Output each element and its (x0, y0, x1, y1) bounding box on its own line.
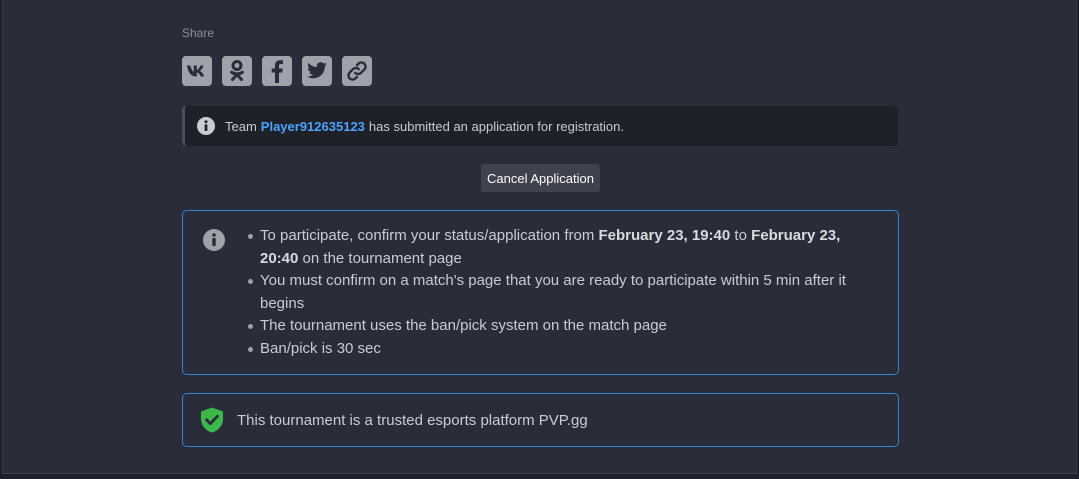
rules-item: You must confirm on a match's page that … (248, 270, 870, 315)
tournament-rules: To participate, confirm your status/appl… (182, 210, 899, 375)
team-link[interactable]: Player912635123 (261, 119, 365, 134)
trusted-platform-notice: This tournament is a trusted esports pla… (182, 393, 899, 447)
share-twitter-button[interactable] (302, 56, 332, 86)
twitter-icon (307, 62, 327, 79)
rules-item: The tournament uses the ban/pick system … (248, 315, 870, 338)
rules-list: To participate, confirm your status/appl… (248, 225, 870, 361)
notice-suffix: has submitted an application for registr… (368, 118, 624, 134)
share-link-button[interactable] (342, 56, 372, 86)
trusted-text: This tournament is a trusted esports pla… (237, 411, 588, 429)
link-icon (347, 61, 367, 81)
notice-prefix: Team (225, 118, 257, 134)
rules-item: Ban/pick is 30 sec (248, 338, 870, 361)
registration-notice: Team Player912635123 has submitted an ap… (182, 106, 898, 146)
shield-check-icon (200, 407, 224, 433)
vk-icon (187, 65, 205, 77)
share-title: Share (182, 26, 215, 40)
facebook-icon (271, 60, 283, 83)
odnoklassniki-icon (230, 60, 244, 81)
rules-item: To participate, confirm your status/appl… (248, 225, 870, 270)
share-odnoklassniki-button[interactable] (222, 56, 252, 86)
share-buttons (182, 56, 372, 86)
tournament-panel: Share Team Player912635123 has submitted… (2, 0, 1077, 474)
share-facebook-button[interactable] (262, 56, 292, 86)
info-icon (203, 229, 225, 256)
info-icon (197, 117, 215, 135)
date-from: February 23, 19:40 (598, 227, 731, 244)
share-vk-button[interactable] (182, 56, 212, 86)
cancel-application-button[interactable]: Cancel Application (481, 164, 600, 192)
